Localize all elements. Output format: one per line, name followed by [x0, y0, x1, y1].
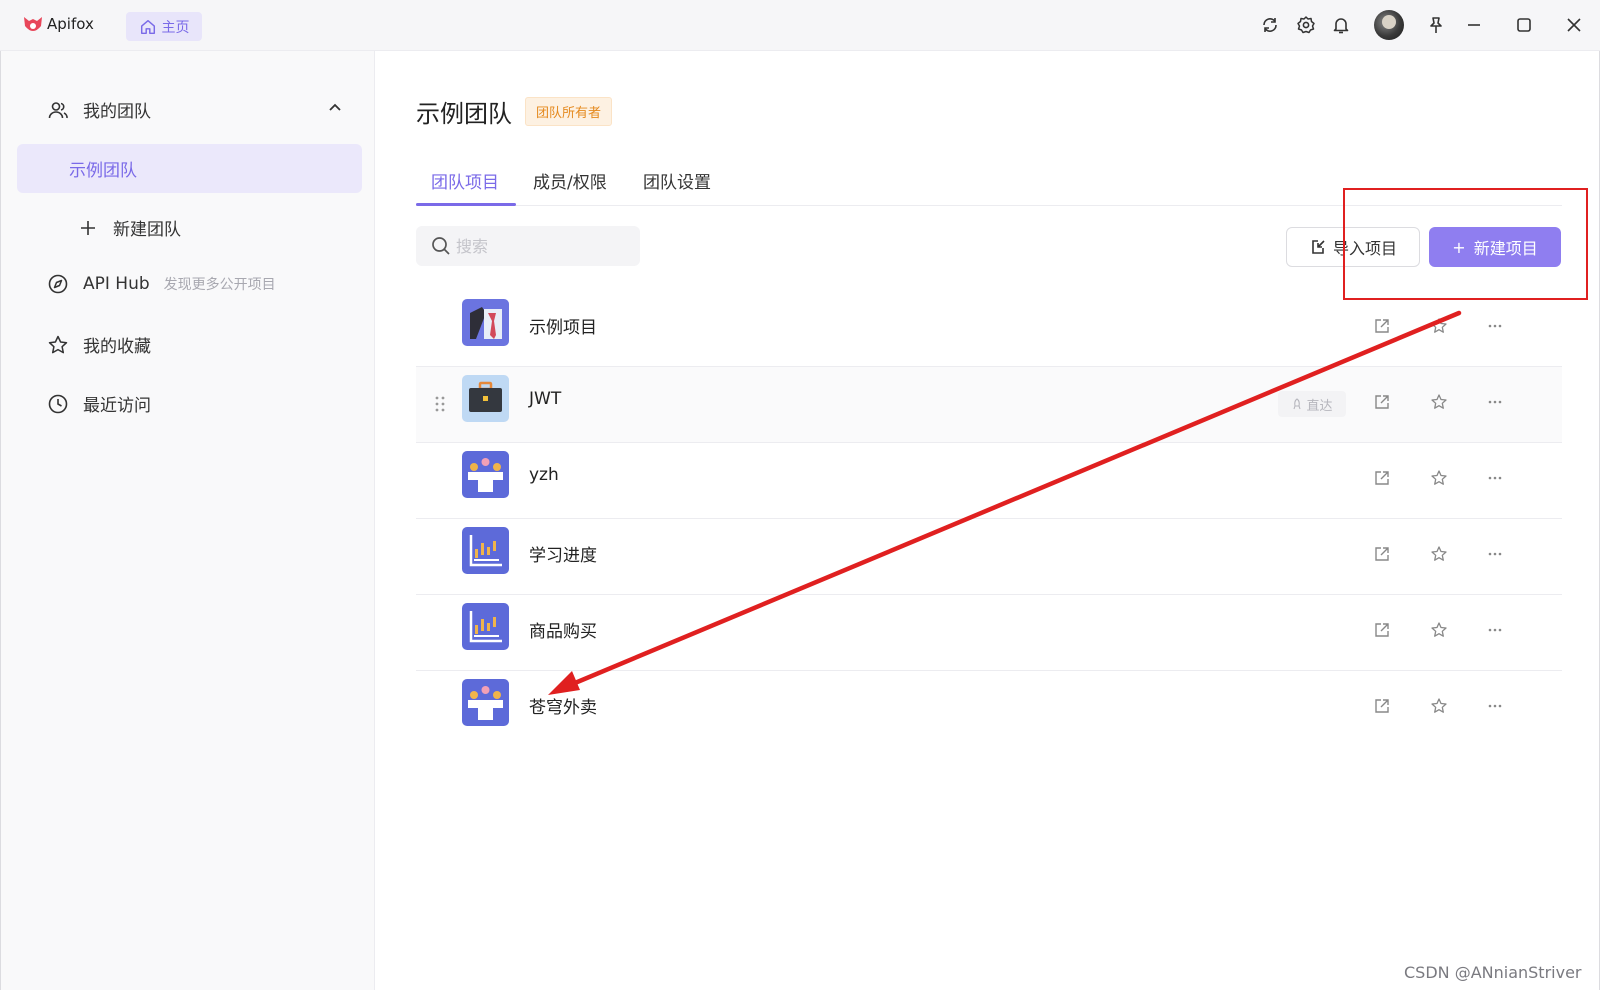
- direct-access-label: 直达: [1306, 398, 1333, 414]
- new-project-button[interactable]: + 新建项目: [1429, 227, 1561, 267]
- more-options-icon[interactable]: [1484, 467, 1506, 489]
- more-options-icon[interactable]: [1484, 619, 1506, 641]
- sidebar-label-recent: 最近访问: [83, 396, 151, 416]
- project-row[interactable]: JWT 直达: [416, 367, 1562, 443]
- open-external-icon[interactable]: [1371, 619, 1393, 641]
- team-meeting-icon: [462, 679, 509, 726]
- star-icon[interactable]: [1428, 315, 1450, 337]
- app-logo: Apifox: [22, 14, 94, 34]
- more-options-icon[interactable]: [1484, 695, 1506, 717]
- open-external-icon[interactable]: [1371, 543, 1393, 565]
- tab-members-permissions[interactable]: 成员/权限: [533, 168, 607, 207]
- shirt-tie-icon: [462, 299, 509, 346]
- sidebar-label-active-team: 示例团队: [69, 161, 137, 181]
- tab-team-projects[interactable]: 团队项目: [431, 168, 499, 207]
- project-row[interactable]: 商品购买: [416, 595, 1562, 671]
- search-box[interactable]: [416, 226, 640, 266]
- watermark: CSDN @ANnianStriver: [1404, 963, 1582, 982]
- pin-icon[interactable]: [1425, 14, 1447, 36]
- sync-icon[interactable]: [1259, 14, 1281, 36]
- project-list: 示例项目 JWT 直达 yzh 学习进度 商品购买 苍穹外卖: [416, 291, 1562, 747]
- search-icon: [432, 237, 450, 255]
- plus-icon: +: [1452, 237, 1466, 257]
- compass-icon: [48, 274, 68, 294]
- active-tab-indicator: [416, 203, 516, 206]
- star-icon[interactable]: [1428, 619, 1450, 641]
- project-name: 学习进度: [529, 546, 597, 566]
- bar-chart-icon: [462, 603, 509, 650]
- home-tab-label: 主页: [161, 19, 190, 36]
- title-bar: Apifox 主页: [0, 0, 1600, 51]
- apifox-logo-icon: [24, 17, 42, 31]
- users-icon: [48, 101, 68, 118]
- maximize-icon[interactable]: [1513, 14, 1535, 36]
- home-icon: [140, 19, 155, 34]
- project-name: 商品购买: [529, 622, 597, 642]
- sidebar-item-active-team[interactable]: 示例团队: [17, 144, 362, 193]
- search-input[interactable]: [456, 236, 626, 256]
- sidebar-item-recent[interactable]: 最近访问: [47, 391, 151, 416]
- close-icon[interactable]: [1563, 14, 1585, 36]
- open-external-icon[interactable]: [1371, 695, 1393, 717]
- api-hub-subtitle: 发现更多公开项目: [163, 277, 276, 293]
- project-row[interactable]: 学习进度: [416, 519, 1562, 595]
- open-external-icon[interactable]: [1371, 467, 1393, 489]
- owner-badge: 团队所有者: [525, 97, 613, 126]
- star-icon: [48, 335, 68, 353]
- more-options-icon[interactable]: [1484, 315, 1506, 337]
- bar-chart-icon: [462, 527, 509, 574]
- briefcase-icon: [462, 375, 509, 422]
- project-row[interactable]: 苍穹外卖: [416, 671, 1562, 747]
- import-project-button[interactable]: 导入项目: [1286, 227, 1420, 267]
- app-name: Apifox: [47, 15, 94, 33]
- new-team-button[interactable]: 新建团队: [77, 215, 181, 240]
- more-options-icon[interactable]: [1484, 543, 1506, 565]
- project-row[interactable]: 示例项目: [416, 291, 1562, 367]
- user-avatar[interactable]: [1374, 10, 1404, 40]
- sidebar-item-api-hub[interactable]: API Hub 发现更多公开项目: [47, 273, 276, 295]
- sidebar: 我的团队 示例团队 新建团队 API Hub 发现更多公开项目 我的收藏 最近访…: [0, 51, 375, 990]
- tab-team-settings[interactable]: 团队设置: [643, 168, 711, 207]
- home-tab[interactable]: 主页: [126, 12, 202, 41]
- clock-icon: [48, 394, 68, 413]
- plus-icon: [81, 220, 95, 235]
- project-name: yzh: [529, 465, 559, 485]
- open-external-icon[interactable]: [1371, 315, 1393, 337]
- star-icon[interactable]: [1428, 391, 1450, 413]
- notification-bell-icon[interactable]: [1330, 14, 1352, 36]
- minimize-icon[interactable]: [1463, 14, 1485, 36]
- page-title: 示例团队: [416, 100, 512, 128]
- sidebar-label-api-hub: API Hub: [83, 274, 150, 294]
- project-row[interactable]: yzh: [416, 443, 1562, 519]
- open-external-icon[interactable]: [1371, 391, 1393, 413]
- project-name: JWT: [529, 389, 562, 409]
- import-icon: [1312, 240, 1325, 254]
- drag-handle-icon[interactable]: [434, 395, 446, 413]
- rocket-icon: [1293, 398, 1302, 410]
- project-name: 示例项目: [529, 318, 597, 338]
- import-project-label: 导入项目: [1332, 239, 1397, 258]
- star-icon[interactable]: [1428, 695, 1450, 717]
- sidebar-label-my-teams: 我的团队: [83, 102, 151, 122]
- star-icon[interactable]: [1428, 467, 1450, 489]
- sidebar-label-favorites: 我的收藏: [83, 337, 151, 357]
- settings-gear-icon[interactable]: [1295, 14, 1317, 36]
- project-name: 苍穹外卖: [529, 698, 597, 718]
- direct-access-badge[interactable]: 直达: [1278, 391, 1346, 417]
- star-icon[interactable]: [1428, 543, 1450, 565]
- sidebar-item-my-teams[interactable]: 我的团队: [47, 97, 151, 122]
- main-panel: 示例团队 团队所有者 团队项目 成员/权限 团队设置 导入项目 + 新建项目 示…: [376, 51, 1600, 990]
- sidebar-item-favorites[interactable]: 我的收藏: [47, 332, 151, 357]
- team-tabs: 团队项目 成员/权限 团队设置: [416, 156, 1562, 206]
- team-meeting-icon: [462, 451, 509, 498]
- more-options-icon[interactable]: [1484, 391, 1506, 413]
- chevron-up-icon[interactable]: [324, 96, 346, 118]
- new-team-label: 新建团队: [113, 220, 181, 240]
- new-project-label: 新建项目: [1473, 239, 1538, 258]
